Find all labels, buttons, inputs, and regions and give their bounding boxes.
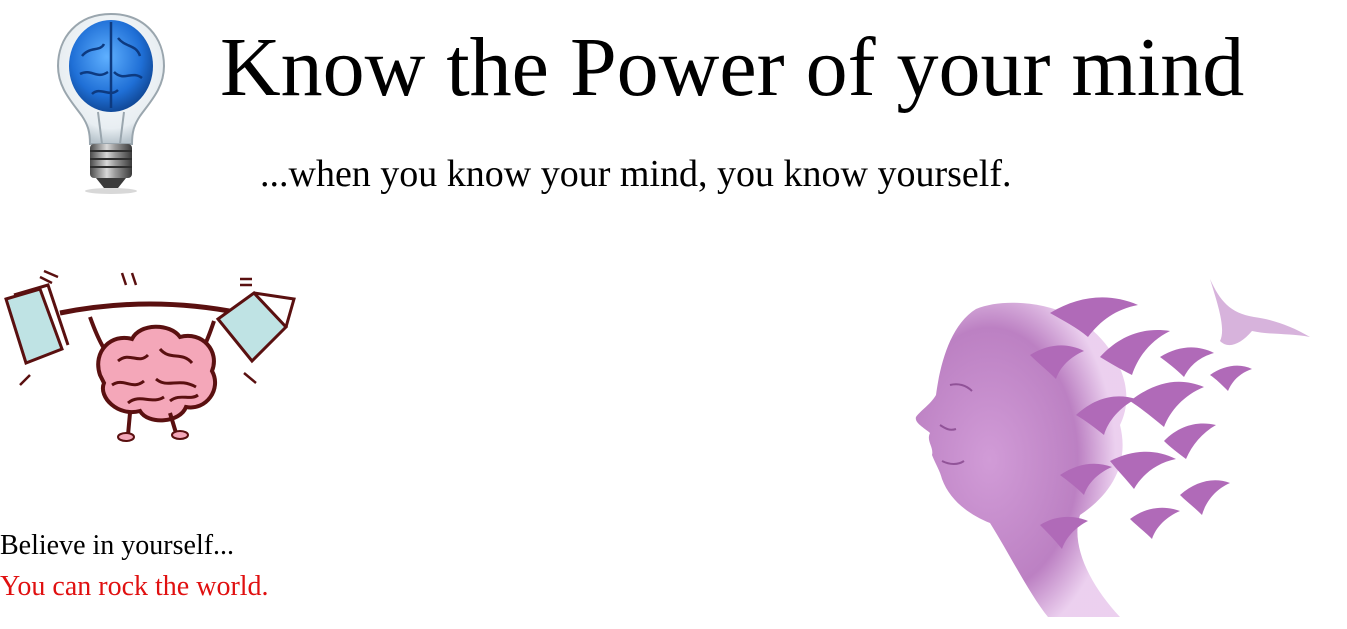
brain-lifting-books-illustration [4,269,296,442]
believe-quote: Believe in yourself... [0,530,235,561]
page-title: Know the Power of your mind [220,21,1245,114]
rock-world-quote: You can rock the world. [0,571,269,602]
brain-lightbulb-icon [56,12,166,194]
page-subtitle: ...when you know your mind, you know you… [260,153,1012,195]
face-dissolving-into-birds-illustration [915,279,1310,617]
